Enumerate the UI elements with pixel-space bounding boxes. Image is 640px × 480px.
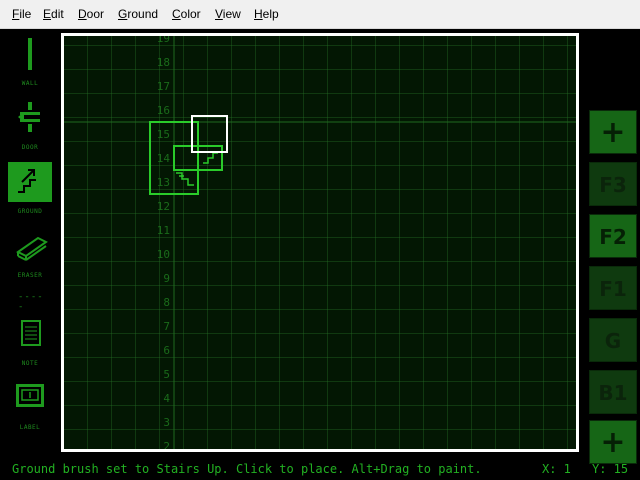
map-overlay <box>64 36 576 449</box>
menu-help[interactable]: Help <box>254 7 279 21</box>
eraser-tool-label: ERASER <box>17 272 43 279</box>
floor-button-f3[interactable]: F3 <box>589 162 637 206</box>
menu-color[interactable]: Color <box>172 7 201 21</box>
stairs-up-mark <box>203 152 218 164</box>
menu-bar: File Edit Door Ground Color View Help <box>0 0 640 29</box>
note-tool-button[interactable] <box>8 316 52 356</box>
status-message: Ground brush set to Stairs Up. Click to … <box>12 462 482 476</box>
eraser-tool-button[interactable] <box>8 228 52 268</box>
menu-file[interactable]: File <box>12 7 31 21</box>
floor-button-g[interactable]: G <box>589 318 637 362</box>
menu-ground[interactable]: Ground <box>118 7 158 21</box>
stairs-tile <box>173 145 199 171</box>
note-icon <box>21 320 41 346</box>
menu-door[interactable]: Door <box>78 7 104 21</box>
tool-separator: ----- <box>18 292 44 312</box>
wall-tool-label: WALL <box>21 80 39 87</box>
door-icon <box>18 102 40 132</box>
cursor-y-readout: Y: 15 <box>592 462 629 476</box>
wall-icon <box>28 38 32 70</box>
wall-tool-button[interactable] <box>8 36 52 76</box>
map-canvas[interactable]: 19 18 17 16 15 14 13 12 11 10 9 8 7 6 5 4 3 2 <box>61 33 579 452</box>
add-floor-above-button[interactable]: + <box>589 110 637 154</box>
door-tool-label: DOOR <box>21 144 39 151</box>
floor-button-f1[interactable]: F1 <box>589 266 637 310</box>
label-icon <box>16 384 44 407</box>
note-tool-label: NOTE <box>21 360 39 367</box>
status-bar: Ground brush set to Stairs Up. Click to … <box>0 459 640 480</box>
floor-button-b1[interactable]: B1 <box>589 370 637 414</box>
door-tool-button[interactable] <box>8 100 52 140</box>
eraser-icon <box>16 236 48 261</box>
ground-tool-button[interactable] <box>8 162 52 202</box>
menu-edit[interactable]: Edit <box>43 7 64 21</box>
label-tool-button[interactable] <box>8 378 52 418</box>
floor-button-f2[interactable]: F2 <box>589 214 637 258</box>
label-tool-label: LABEL <box>19 424 41 431</box>
menu-view[interactable]: View <box>215 7 241 21</box>
stairs-down-mark <box>176 172 194 186</box>
add-floor-below-button[interactable]: + <box>589 420 637 464</box>
stairs-up-icon <box>18 169 36 193</box>
ground-tool-label: GROUND <box>17 208 43 215</box>
cursor-x-readout: X: 1 <box>542 462 571 476</box>
